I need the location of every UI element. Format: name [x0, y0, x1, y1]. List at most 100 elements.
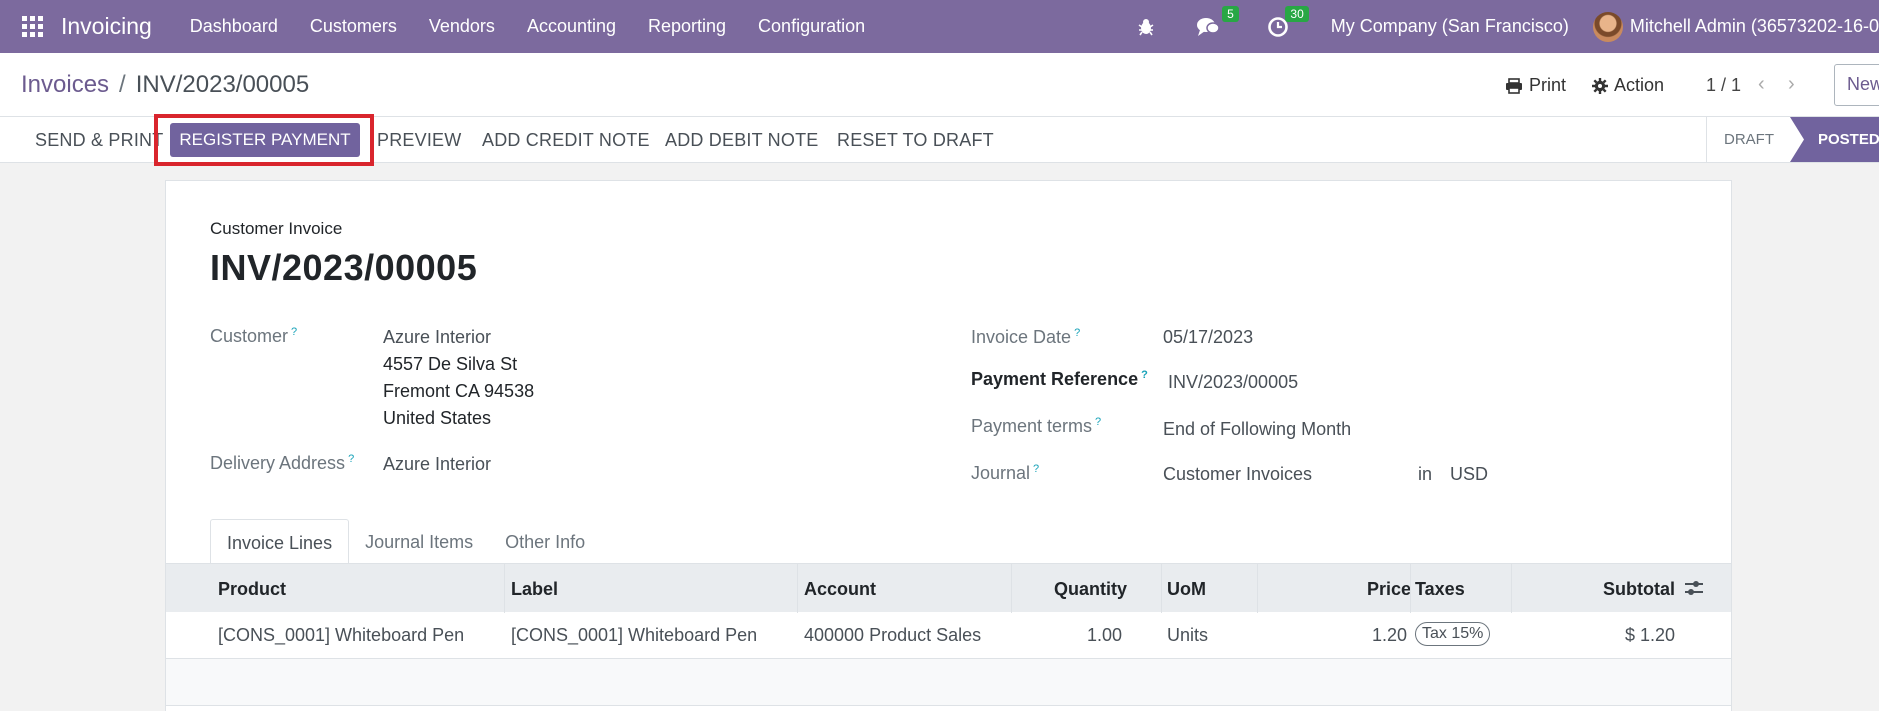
column-price[interactable]: Price: [1367, 579, 1411, 600]
notebook-tabs: Invoice Lines Journal Items Other Info: [210, 519, 601, 565]
column-uom[interactable]: UoM: [1167, 579, 1206, 600]
company-switcher[interactable]: My Company (San Francisco): [1331, 16, 1569, 37]
messages-icon[interactable]: 5: [1195, 5, 1239, 40]
customer-name: Azure Interior: [383, 327, 492, 347]
bug-icon[interactable]: [1133, 14, 1159, 40]
cell-quantity: 1.00: [1086, 625, 1122, 645]
menu-reporting[interactable]: Reporting: [648, 16, 726, 37]
print-label: Print: [1529, 75, 1567, 95]
invoice-date-label: Invoice Date?: [971, 327, 1081, 347]
column-divider: [1257, 564, 1258, 613]
cell-product: [CONS_0001] Whiteboard Pen: [218, 625, 465, 645]
menu-vendors[interactable]: Vendors: [429, 16, 495, 37]
pager-next-icon[interactable]: ›: [1788, 73, 1795, 96]
column-divider: [1161, 564, 1162, 613]
cell-tax-tag: Tax 15%: [1415, 622, 1491, 646]
currency-field[interactable]: USD: [1450, 461, 1488, 488]
column-taxes[interactable]: Taxes: [1415, 579, 1465, 600]
column-divider: [504, 564, 505, 613]
help-icon: ?: [291, 326, 298, 338]
help-icon: ?: [1141, 369, 1148, 381]
column-divider: [1410, 564, 1411, 613]
help-icon: ?: [1074, 327, 1081, 339]
column-account[interactable]: Account: [804, 579, 876, 600]
user-avatar[interactable]: [1592, 11, 1623, 42]
invoice-form-sheet: Customer Invoice INV/2023/00005 Customer…: [165, 180, 1732, 711]
top-navbar: Invoicing Dashboard Customers Vendors Ac…: [0, 0, 1879, 53]
add-line-row[interactable]: [166, 659, 1731, 706]
cell-label: [CONS_0001] Whiteboard Pen: [511, 625, 758, 645]
payment-terms-label: Payment terms?: [971, 416, 1102, 436]
invoice-number-title: INV/2023/00005: [210, 247, 478, 288]
cell-subtotal: $ 1.20: [1624, 625, 1675, 645]
register-payment-button[interactable]: REGISTER PAYMENT: [170, 123, 360, 157]
add-credit-note-button[interactable]: ADD CREDIT NOTE: [482, 130, 650, 151]
breadcrumb-invoices-link[interactable]: Invoices: [21, 71, 109, 98]
form-statusbar: SEND & PRINT REGISTER PAYMENT PREVIEW AD…: [0, 114, 1879, 166]
customer-country: United States: [383, 408, 492, 428]
print-icon: [1506, 77, 1522, 94]
column-divider: [1511, 564, 1512, 613]
payment-reference-field[interactable]: INV/2023/00005: [1168, 369, 1298, 396]
breadcrumb-separator: /: [119, 71, 126, 98]
stage-posted[interactable]: POSTED: [1790, 117, 1879, 162]
user-menu[interactable]: Mitchell Admin (36573202-16-0: [1630, 16, 1879, 37]
breadcrumb-current: INV/2023/00005: [135, 71, 310, 98]
journal-label: Journal?: [971, 463, 1040, 483]
control-panel: Invoices / INV/2023/00005 Print Action 1 /…: [0, 53, 1879, 117]
pager-value[interactable]: 1 / 1: [1706, 75, 1741, 96]
menu-accounting[interactable]: Accounting: [527, 16, 616, 37]
help-icon: ?: [1033, 463, 1040, 475]
customer-city: Fremont CA 94538: [383, 381, 535, 401]
menu-configuration[interactable]: Configuration: [758, 16, 865, 37]
column-product[interactable]: Product: [218, 579, 286, 600]
customer-field[interactable]: Azure Interior 4557 De Silva St Fremont …: [383, 324, 534, 432]
column-divider: [797, 564, 798, 613]
tab-invoice-lines[interactable]: Invoice Lines: [210, 519, 350, 565]
cell-price: 1.20: [1371, 625, 1407, 645]
add-debit-note-button[interactable]: ADD DEBIT NOTE: [665, 130, 819, 151]
activity-clock-icon[interactable]: 30: [1265, 5, 1309, 40]
column-subtotal[interactable]: Subtotal: [1603, 579, 1675, 600]
delivery-address-field[interactable]: Azure Interior: [383, 451, 491, 478]
document-type: Customer Invoice: [210, 219, 343, 238]
table-row[interactable]: [CONS_0001] Whiteboard Pen [CONS_0001] W…: [166, 612, 1731, 659]
apps-grid-icon[interactable]: [22, 15, 44, 38]
menu-dashboard[interactable]: Dashboard: [190, 16, 278, 37]
payment-reference-label: Payment Reference?: [971, 369, 1148, 389]
activities-count-badge: 30: [1285, 5, 1309, 22]
column-quantity[interactable]: Quantity: [1054, 579, 1127, 600]
action-button[interactable]: Action: [1592, 75, 1664, 96]
optional-columns-toggle-icon[interactable]: [1684, 578, 1704, 598]
navbar-systray: 5 30 My Company (San Francisco) Mitchell…: [1115, 0, 1879, 53]
customer-label: Customer?: [210, 326, 298, 346]
journal-field[interactable]: Customer Invoices: [1163, 461, 1312, 488]
tab-journal-items[interactable]: Journal Items: [349, 519, 489, 565]
invoice-date-field[interactable]: 05/17/2023: [1163, 324, 1253, 351]
cell-uom: Units: [1167, 625, 1209, 645]
column-divider: [1011, 564, 1012, 613]
delivery-address-label: Delivery Address?: [210, 453, 355, 473]
column-label[interactable]: Label: [511, 579, 558, 600]
menu-customers[interactable]: Customers: [310, 16, 397, 37]
help-icon: ?: [1095, 416, 1102, 428]
invoice-lines-header: Product Label Account Quantity UoM Price…: [166, 563, 1731, 613]
app-brand[interactable]: Invoicing: [61, 13, 152, 40]
gear-icon: [1592, 77, 1608, 94]
new-button[interactable]: New: [1834, 64, 1879, 106]
pager-previous-icon[interactable]: ‹: [1758, 73, 1765, 96]
journal-in-label: in: [1418, 464, 1433, 484]
help-icon: ?: [348, 453, 355, 465]
stage-draft[interactable]: DRAFT: [1706, 117, 1791, 162]
breadcrumb: Invoices / INV/2023/00005: [21, 71, 309, 99]
send-print-button[interactable]: SEND & PRINT: [35, 130, 163, 151]
customer-street: 4557 De Silva St: [383, 354, 518, 374]
action-label: Action: [1614, 75, 1665, 95]
messages-count-badge: 5: [1222, 5, 1239, 22]
preview-button[interactable]: PREVIEW: [377, 130, 461, 151]
tab-other-info[interactable]: Other Info: [489, 519, 601, 565]
reset-to-draft-button[interactable]: RESET TO DRAFT: [837, 130, 994, 151]
cell-account: 400000 Product Sales: [804, 625, 982, 645]
print-button[interactable]: Print: [1505, 75, 1566, 96]
payment-terms-field[interactable]: End of Following Month: [1163, 416, 1351, 443]
